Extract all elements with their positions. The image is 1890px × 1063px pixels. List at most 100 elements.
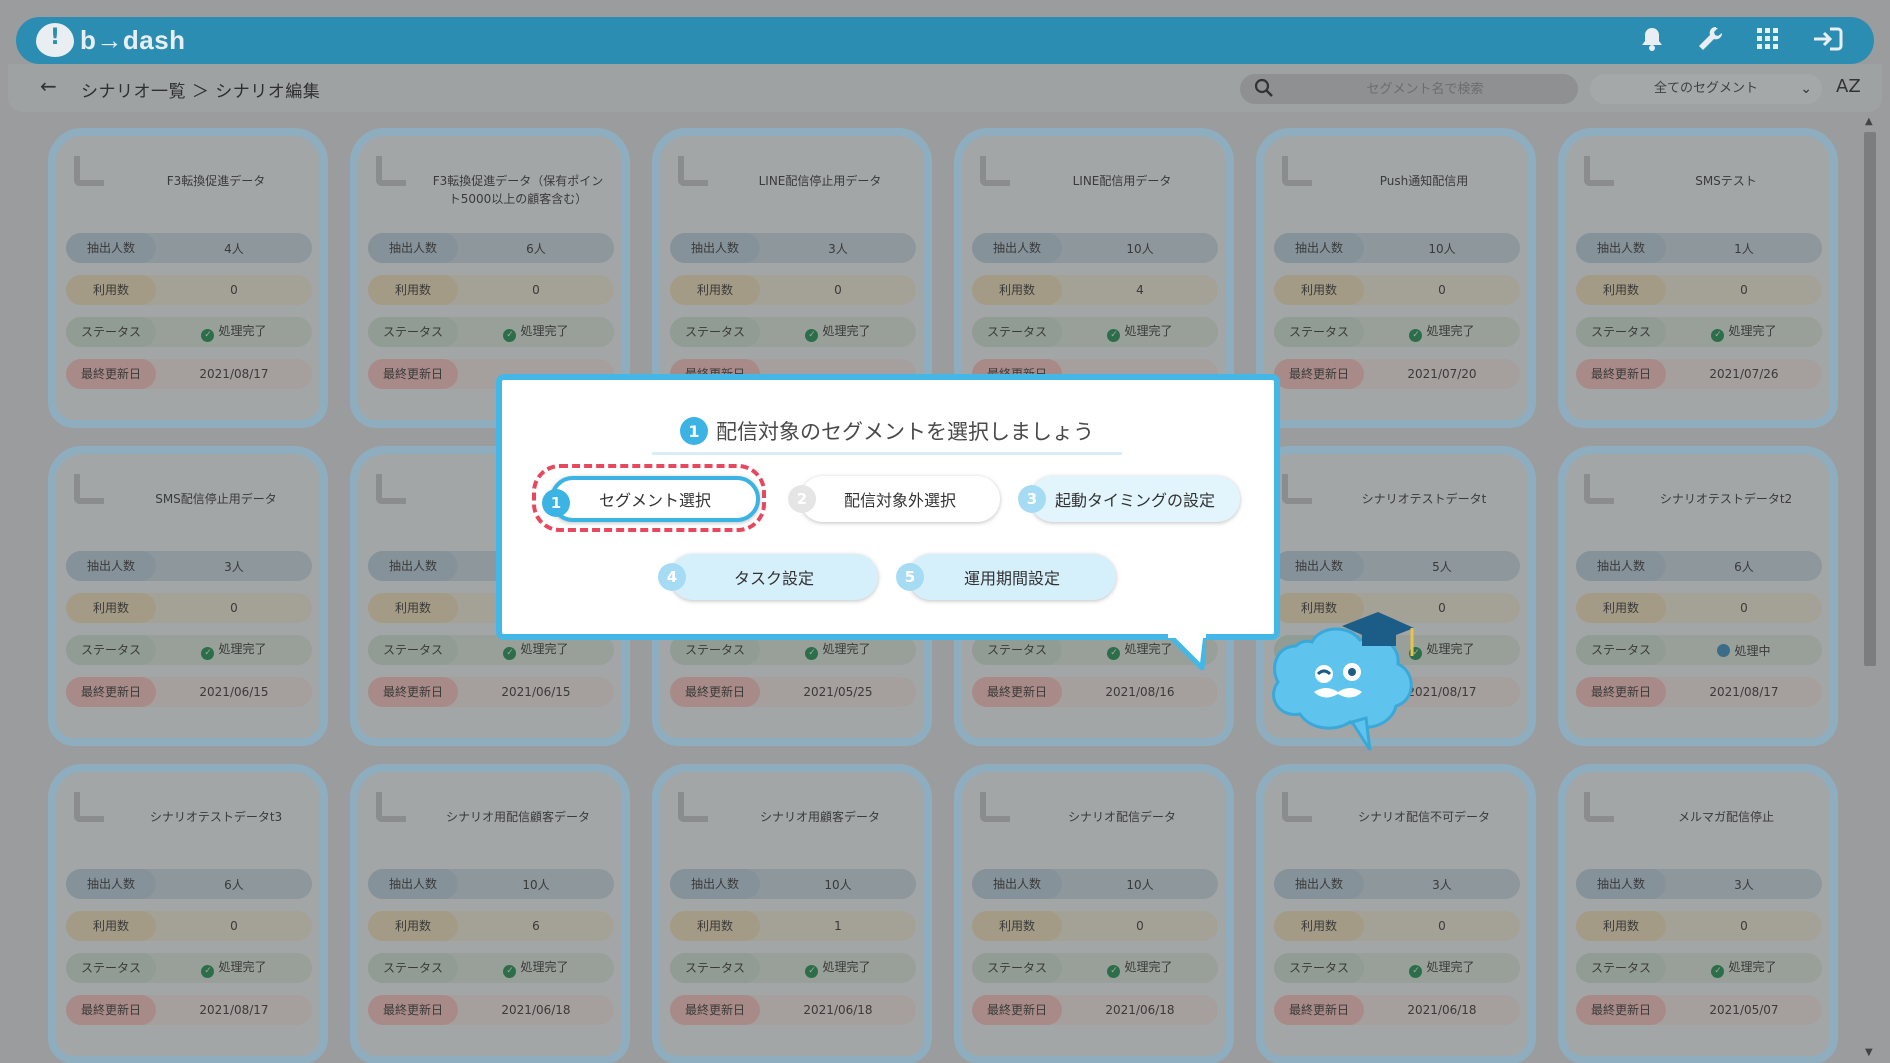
logout-icon[interactable] [1812, 25, 1844, 57]
segment-card[interactable]: シナリオ用顧客データ 抽出人数 10人 利用数 1 ステータス ✓ 処理完了 最終更新日 2021… [652, 764, 932, 1063]
usage-value: 4 [1136, 283, 1144, 297]
extract-label: 抽出人数 [670, 869, 760, 899]
scrollbar-thumb[interactable] [1864, 132, 1876, 666]
status-row: ステータス✓処理完了 [670, 317, 916, 347]
card-corner-icon [1584, 474, 1614, 504]
usage-label: 利用数 [368, 275, 458, 305]
usage-label: 利用数 [670, 911, 760, 941]
usage-row: 利用数 1 [670, 911, 916, 941]
back-arrow-icon[interactable]: ← [40, 74, 57, 98]
usage-value: 0 [1438, 283, 1446, 297]
step-task-settings-button[interactable]: 4 タスク設定 [658, 554, 878, 600]
extract-label: 抽出人数 [670, 233, 760, 263]
status-value-wrap: ✓ 処理完了 [458, 322, 614, 342]
segment-card[interactable]: SMS配信停止用データ 抽出人数 3人 利用数 0 ステータス ✓ 処理完了 最終更新日 2021… [48, 446, 328, 746]
updated-value: 2021/08/17 [199, 367, 269, 381]
scroll-down-icon[interactable]: ▼ [1865, 1047, 1873, 1058]
segment-card[interactable]: シナリオテストデータt2 抽出人数 6人 利用数 0 ステータス 処理中 最終更新日 2021/… [1558, 446, 1838, 746]
updated-label: 最終更新日 [1274, 359, 1364, 389]
usage-value: 6 [532, 919, 540, 933]
extract-value: 3人 [224, 559, 244, 574]
step-trigger-timing-button[interactable]: 3 起動タイミングの設定 [1018, 476, 1240, 522]
step-exclusion-select-button[interactable]: 2 配信対象外選択 [788, 476, 1000, 522]
segment-card[interactable]: シナリオ用配信顧客データ 抽出人数 10人 利用数 6 ステータス ✓ 処理完了 最終更新日 20… [350, 764, 630, 1063]
sub-header: ← シナリオ一覧 ＞ シナリオ編集 全てのセグメント ⌄ AZ [8, 64, 1882, 112]
updated-value: 2021/06/15 [501, 685, 571, 699]
updated-label: 最終更新日 [1576, 359, 1666, 389]
status-value-wrap: ✓ 処理完了 [1364, 958, 1520, 978]
usage-row: 利用数 0 [670, 275, 916, 305]
sort-az-icon[interactable]: AZ [1836, 76, 1861, 97]
step-label: 運用期間設定 [963, 569, 1060, 588]
bell-icon[interactable] [1640, 26, 1664, 56]
status-label: ステータス [368, 317, 458, 347]
status-label: ステータス [670, 317, 760, 347]
status-label: ステータス [972, 317, 1062, 347]
card-title: シナリオテストデータt3 [149, 810, 283, 824]
segment-card[interactable]: シナリオテストデータt3 抽出人数 6人 利用数 0 ステータス ✓ 処理完了 最終更新日 202… [48, 764, 328, 1063]
usage-row: 利用数 0 [368, 275, 614, 305]
status-value: 処理完了 [1426, 642, 1475, 656]
segment-card[interactable]: SMSテスト 抽出人数 1人 利用数 0 ステータス ✓ 処理完了 最終更新日 2021/07/2… [1558, 128, 1838, 428]
updated-label: 最終更新日 [368, 359, 458, 389]
segment-filter-select[interactable]: 全てのセグメント ⌄ [1590, 74, 1822, 104]
updated-row: 最終更新日 2021/08/17 [1576, 677, 1822, 707]
status-label: ステータス [670, 953, 760, 983]
segment-card[interactable]: Push通知配信用 抽出人数 10人 利用数 0 ステータス ✓ 処理完了 最終更新日 2021/… [1256, 128, 1536, 428]
check-circle-icon: ✓ [201, 965, 215, 978]
segment-card[interactable]: シナリオ配信不可データ 抽出人数 3人 利用数 0 ステータス ✓ 処理完了 最終更新日 2021… [1256, 764, 1536, 1063]
card-corner-icon [980, 792, 1010, 822]
extract-row: 抽出人数 3人 [670, 233, 916, 263]
status-row: ステータス✓処理完了 [66, 317, 312, 347]
extract-label: 抽出人数 [1576, 869, 1666, 899]
updated-label: 最終更新日 [972, 995, 1062, 1025]
usage-label: 利用数 [1576, 275, 1666, 305]
segment-search[interactable] [1240, 74, 1578, 104]
usage-row: 利用数 0 [972, 911, 1218, 941]
status-value-wrap: ✓ 処理完了 [1666, 322, 1822, 342]
segment-card[interactable]: シナリオ配信データ 抽出人数 10人 利用数 0 ステータス ✓ 処理完了 最終更新日 2021/… [954, 764, 1234, 1063]
card-title: シナリオ配信データ [1067, 810, 1176, 824]
grid-icon[interactable] [1756, 27, 1780, 55]
usage-label: 利用数 [1274, 911, 1364, 941]
status-label: ステータス [66, 317, 156, 347]
wrench-icon[interactable] [1696, 25, 1724, 57]
step-number-1: 1 [542, 489, 570, 517]
check-circle-icon: ✓ [1711, 329, 1725, 342]
check-circle-icon: ✓ [1107, 647, 1121, 660]
segment-card[interactable]: メルマガ配信停止 抽出人数 3人 利用数 0 ステータス ✓ 処理完了 最終更新日 2021/05… [1558, 764, 1838, 1063]
extract-label: 抽出人数 [972, 869, 1062, 899]
usage-row: 利用数 4 [972, 275, 1218, 305]
status-value: 処理完了 [520, 960, 569, 974]
check-circle-icon: ✓ [1409, 329, 1423, 342]
extract-row: 抽出人数 3人 [66, 551, 312, 581]
usage-value: 0 [834, 283, 842, 297]
status-row: ステータス✓処理完了 [1274, 317, 1520, 347]
breadcrumb[interactable]: シナリオ一覧 ＞ シナリオ編集 [81, 77, 320, 102]
usage-row: 利用数 0 [1274, 911, 1520, 941]
usage-label: 利用数 [368, 593, 458, 623]
search-input[interactable] [1280, 74, 1570, 104]
extract-row: 抽出人数 3人 [1274, 869, 1520, 899]
status-value-wrap: ✓ 処理完了 [760, 322, 916, 342]
extract-value: 4人 [224, 241, 244, 256]
status-label: ステータス [368, 953, 458, 983]
dialog-title-text: 配信対象のセグメントを選択しましょう [716, 420, 1094, 444]
updated-label: 最終更新日 [66, 995, 156, 1025]
step-label: 配信対象外選択 [843, 491, 956, 510]
extract-label: 抽出人数 [1576, 233, 1666, 263]
updated-value: 2021/08/17 [199, 1003, 269, 1017]
extract-value: 6人 [1734, 559, 1754, 574]
segment-card[interactable]: F3転換促進データ 抽出人数 4人 利用数 0 ステータス ✓ 処理完了 最終更新日 2021/0… [48, 128, 328, 428]
check-circle-icon: ✓ [1711, 965, 1725, 978]
usage-value: 0 [1438, 919, 1446, 933]
updated-value: 2021/06/18 [501, 1003, 571, 1017]
extract-value: 3人 [828, 241, 848, 256]
scroll-up-icon[interactable]: ▲ [1865, 116, 1873, 127]
logo[interactable]: b→dash [36, 23, 186, 57]
updated-value: 2021/08/16 [1105, 685, 1175, 699]
step-operation-period-button[interactable]: 5 運用期間設定 [896, 554, 1116, 600]
step-segment-select-button[interactable]: 1 セグメント選択 [542, 476, 760, 522]
updated-value: 2021/06/18 [1105, 1003, 1175, 1017]
status-value-wrap: ✓ 処理完了 [156, 322, 312, 342]
